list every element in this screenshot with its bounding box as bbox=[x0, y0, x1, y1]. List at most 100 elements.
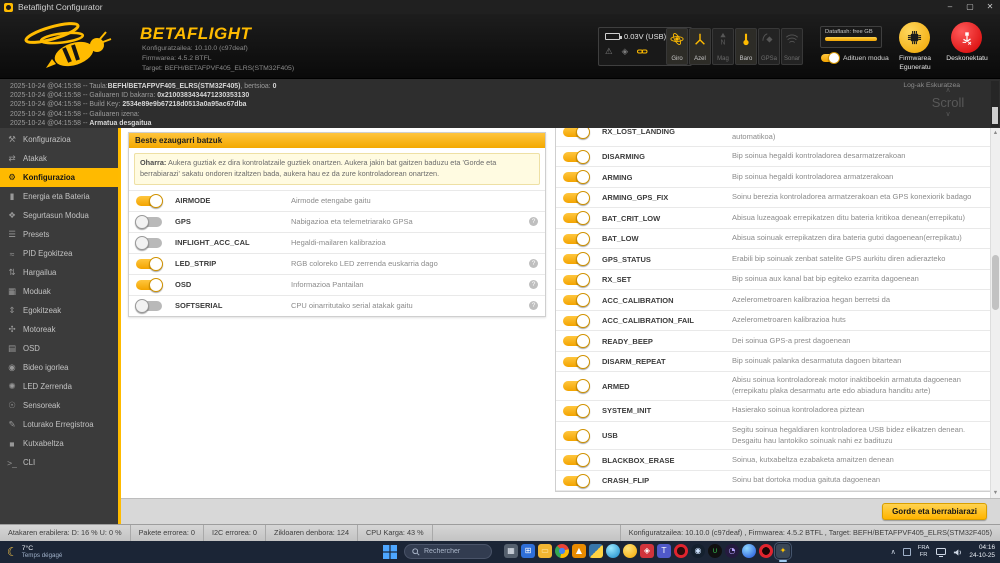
sidebar-item[interactable]: ≈ PID Egokitzea bbox=[0, 244, 118, 263]
sidebar-item-label: Kutxabeltza bbox=[23, 439, 64, 448]
version-info: Konfiguratzailea: 10.10.0 (c97deaf) Firm… bbox=[142, 44, 294, 75]
beeper-toggle[interactable] bbox=[563, 170, 590, 185]
beeper-name: ACC_CALIBRATION bbox=[602, 295, 674, 305]
taskbar-app-icon[interactable] bbox=[623, 544, 637, 558]
sidebar-item[interactable]: ▤ OSD bbox=[0, 339, 118, 358]
taskbar-app-icon[interactable]: ▲ bbox=[572, 544, 586, 558]
taskbar-app-icon[interactable]: ◔ bbox=[725, 544, 739, 558]
sidebar-item[interactable]: ✎ Loturako Erregistroa bbox=[0, 415, 118, 434]
feature-toggle[interactable] bbox=[136, 277, 163, 292]
expert-mode-toggle[interactable] bbox=[821, 52, 840, 64]
tray-chevron-icon[interactable]: ∧ bbox=[891, 548, 896, 556]
sensor-label: Baro bbox=[739, 56, 753, 62]
sidebar-item[interactable]: ◉ Bideo igorlea bbox=[0, 358, 118, 377]
save-and-reboot-button[interactable]: Gorde eta berrabiarazi bbox=[882, 503, 987, 520]
beeper-toggle[interactable] bbox=[563, 453, 590, 468]
beeper-toggle[interactable] bbox=[563, 354, 590, 369]
taskbar-app-icon[interactable]: ● bbox=[555, 544, 569, 558]
sidebar-item[interactable]: ■ Kutxabeltza bbox=[0, 434, 118, 453]
weather-widget[interactable]: ☾ 7°C Temps dégagé bbox=[0, 545, 62, 560]
taskbar-clock[interactable]: 04:16 24-10-25 bbox=[969, 544, 995, 560]
feature-toggle[interactable] bbox=[136, 193, 163, 208]
help-icon[interactable]: ? bbox=[529, 280, 538, 290]
sidebar-item[interactable]: ❖ Segurtasun Modua bbox=[0, 206, 118, 225]
beeper-toggle[interactable] bbox=[563, 128, 590, 139]
scroll-up-icon[interactable]: ∧ bbox=[922, 87, 974, 94]
firmware-flasher-button[interactable] bbox=[899, 22, 930, 53]
beeper-toggle[interactable] bbox=[563, 272, 590, 287]
scrollbar-down-arrow[interactable]: ▼ bbox=[991, 488, 1000, 498]
beeper-row: ARMED Abisu soinua kontroladoreak motor … bbox=[556, 371, 991, 400]
feature-toggle[interactable] bbox=[135, 214, 162, 229]
sidebar-item[interactable]: ▦ Moduak bbox=[0, 282, 118, 301]
log-scrollbar-thumb[interactable] bbox=[992, 107, 998, 124]
sidebar-item[interactable]: ☰ Presets bbox=[0, 225, 118, 244]
scrollbar-up-arrow[interactable]: ▲ bbox=[991, 128, 1000, 138]
log-scroll-widget[interactable]: ∧ Scroll ∨ bbox=[922, 87, 974, 118]
sidebar-item[interactable]: ⇕ Egokitzeak bbox=[0, 301, 118, 320]
beeper-toggle[interactable] bbox=[563, 149, 590, 164]
taskbar-search[interactable] bbox=[404, 544, 492, 559]
taskbar-app-icon[interactable] bbox=[742, 544, 756, 558]
sidebar-item[interactable]: ⇄ Atakak bbox=[0, 149, 118, 168]
sidebar-item-label: LED Zerrenda bbox=[23, 382, 72, 391]
beeper-toggle[interactable] bbox=[563, 293, 590, 308]
network-icon[interactable] bbox=[936, 547, 947, 557]
taskbar-app-icon[interactable] bbox=[589, 544, 603, 558]
sidebar-item[interactable]: ⚙ Konfigurazioa bbox=[0, 168, 118, 187]
sidebar-item[interactable]: ⚒ Konfigurazioa bbox=[0, 130, 118, 149]
volume-icon[interactable] bbox=[953, 548, 962, 557]
sidebar-item[interactable]: >_ CLI bbox=[0, 453, 118, 472]
language-indicator[interactable]: FRA FR bbox=[918, 545, 930, 559]
sidebar-item[interactable]: ☉ Sensoreak bbox=[0, 396, 118, 415]
taskbar-app-icon[interactable] bbox=[674, 544, 688, 558]
sidebar-item[interactable]: ✺ LED Zerrenda bbox=[0, 377, 118, 396]
sidebar-item[interactable]: ▮ Energia eta Bateria bbox=[0, 187, 118, 206]
disconnect-label[interactable]: Deskonektatu bbox=[935, 55, 999, 64]
taskbar-app-icon[interactable]: T bbox=[657, 544, 671, 558]
log-console[interactable]: 2025-10-24 @04:15:58 -- Taula:BEFH/BETAF… bbox=[0, 78, 1000, 128]
battery-voltage: 0.03V (USB) bbox=[624, 32, 667, 41]
start-button[interactable] bbox=[383, 545, 397, 559]
disconnect-button[interactable] bbox=[951, 22, 982, 53]
beeper-toggle[interactable] bbox=[563, 211, 590, 226]
beeper-toggle[interactable] bbox=[563, 252, 590, 267]
beeper-toggle[interactable] bbox=[563, 428, 590, 443]
taskbar-app-icon[interactable]: ⊞ bbox=[521, 544, 535, 558]
tray-app-icon[interactable] bbox=[902, 548, 911, 556]
maximize-button[interactable]: ▢ bbox=[960, 0, 980, 14]
sidebar-item[interactable]: ⇅ Hargailua bbox=[0, 263, 118, 282]
feature-toggle[interactable] bbox=[136, 256, 163, 271]
beeper-toggle[interactable] bbox=[563, 473, 590, 488]
taskbar-app-icon[interactable]: ◈ bbox=[640, 544, 654, 558]
beeper-toggle[interactable] bbox=[563, 231, 590, 246]
clock-time: 04:16 bbox=[979, 544, 995, 551]
taskbar-app-icon[interactable]: ▭ bbox=[538, 544, 552, 558]
taskbar-app-icon[interactable]: ▦ bbox=[504, 544, 518, 558]
sidebar-item[interactable]: ✣ Motoreak bbox=[0, 320, 118, 339]
content-scrollbar-thumb[interactable] bbox=[992, 255, 999, 310]
beeper-name: RX_SET bbox=[602, 275, 632, 285]
beeper-toggle[interactable] bbox=[563, 403, 590, 418]
beeper-toggle[interactable] bbox=[563, 190, 590, 205]
minimize-button[interactable]: – bbox=[940, 0, 960, 14]
help-icon[interactable]: ? bbox=[529, 217, 538, 227]
taskbar-app-icon[interactable]: ∪ bbox=[708, 544, 722, 558]
sidebar-item-label: Egokitzeak bbox=[23, 306, 62, 315]
help-icon[interactable]: ? bbox=[529, 301, 538, 311]
taskbar-app-icon[interactable] bbox=[606, 544, 620, 558]
feature-toggle[interactable] bbox=[135, 298, 162, 313]
beeper-toggle[interactable] bbox=[563, 379, 590, 394]
log-scrollbar[interactable] bbox=[991, 81, 999, 127]
feature-toggle[interactable] bbox=[135, 235, 162, 250]
beeper-toggle[interactable] bbox=[563, 334, 590, 349]
close-button[interactable]: ✕ bbox=[980, 0, 1000, 14]
search-input[interactable] bbox=[424, 548, 484, 555]
content-scrollbar[interactable]: ▲ ▼ bbox=[990, 128, 1000, 498]
help-icon[interactable]: ? bbox=[529, 259, 538, 269]
beeper-toggle[interactable] bbox=[563, 313, 590, 328]
scroll-down-icon[interactable]: ∨ bbox=[922, 111, 974, 118]
taskbar-app-icon[interactable] bbox=[759, 544, 773, 558]
taskbar-app-icon[interactable]: ✦ bbox=[774, 542, 792, 562]
taskbar-app-icon[interactable]: ◉ bbox=[691, 544, 705, 558]
